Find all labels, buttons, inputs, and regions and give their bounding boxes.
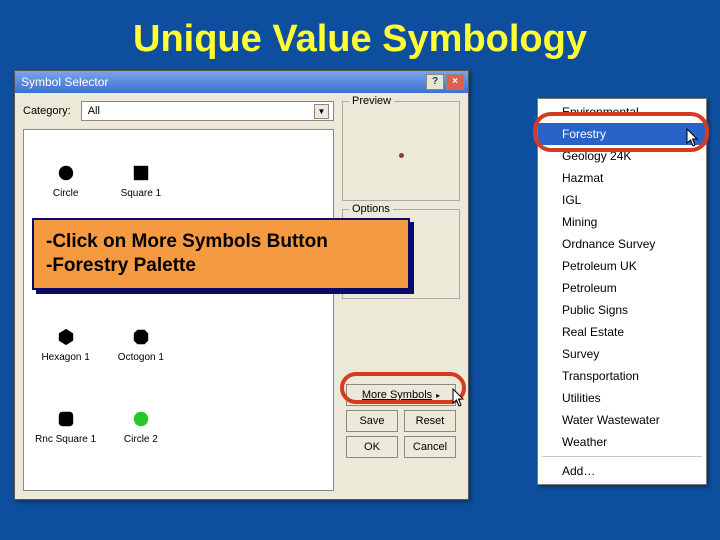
palette-item-label: Hazmat [562, 171, 603, 185]
palette-menu[interactable]: Environmental Forestry Geology 24K Hazmat IG… [537, 98, 707, 485]
category-value: All [88, 105, 100, 117]
square-icon [132, 164, 150, 182]
palette-item[interactable]: Hazmat [538, 167, 706, 189]
palette-item[interactable]: Public Signs [538, 299, 706, 321]
options-legend: Options [349, 203, 393, 215]
cancel-button[interactable]: Cancel [404, 436, 456, 458]
symbol-label: Square 1 [121, 188, 162, 199]
symbol-label: Rnc Square 1 [35, 434, 96, 445]
circle-icon [132, 410, 150, 428]
menu-separator [542, 456, 702, 457]
titlebar: Symbol Selector ? × [15, 71, 468, 93]
reset-button[interactable]: Reset [404, 410, 456, 432]
symbol-grid[interactable]: Circle Square 1 Hexagon 1 Octogon 1 Rnc Squa… [23, 129, 334, 491]
palette-item-label: IGL [562, 193, 581, 207]
palette-item[interactable]: Forestry [538, 123, 706, 145]
palette-item[interactable]: Real Estate [538, 321, 706, 343]
palette-item[interactable]: Weather [538, 431, 706, 453]
preview-box [349, 120, 453, 190]
palette-item-label: Ordnance Survey [562, 237, 655, 251]
category-select[interactable]: All ▼ [81, 101, 334, 121]
symbol-cell[interactable] [181, 306, 252, 384]
symbol-label: Circle 2 [124, 434, 158, 445]
callout-line1: -Click on More Symbols Button [46, 230, 396, 254]
palette-item[interactable]: Petroleum UK [538, 255, 706, 277]
blank-icon [207, 169, 225, 187]
preview-symbol-icon [399, 153, 404, 158]
close-button[interactable]: × [446, 74, 464, 90]
preview-fieldset: Preview [342, 101, 460, 201]
symbol-cell[interactable]: Circle [30, 142, 101, 220]
palette-item-label: Utilities [562, 391, 601, 405]
symbol-label: Octogon 1 [118, 352, 164, 363]
symbol-cell[interactable] [256, 142, 327, 220]
palette-add-item[interactable]: Add… [538, 460, 706, 482]
palette-item[interactable]: Environmental [538, 101, 706, 123]
rsquare-icon [57, 410, 75, 428]
palette-item-label: Mining [562, 215, 597, 229]
callout-line2: -Forestry Palette [46, 254, 396, 278]
chevron-right-icon: ▸ [436, 391, 440, 400]
palette-item-label: Forestry [562, 127, 606, 141]
symbol-cell[interactable]: Hexagon 1 [30, 306, 101, 384]
symbol-label: Circle [53, 188, 79, 199]
palette-item[interactable]: Water Wastewater [538, 409, 706, 431]
symbol-cell[interactable]: Rnc Square 1 [30, 388, 101, 466]
hexagon-icon [57, 328, 75, 346]
blank-icon [207, 333, 225, 351]
more-symbols-button[interactable]: More Symbols ▸ [346, 384, 456, 406]
preview-legend: Preview [349, 95, 394, 107]
symbol-cell[interactable] [256, 306, 327, 384]
symbol-cell[interactable] [181, 142, 252, 220]
chevron-down-icon[interactable]: ▼ [314, 104, 329, 119]
symbol-label: Hexagon 1 [41, 352, 89, 363]
palette-item[interactable]: Geology 24K [538, 145, 706, 167]
help-button[interactable]: ? [426, 74, 444, 90]
palette-item-label: Geology 24K [562, 149, 631, 163]
circle-icon [57, 164, 75, 182]
blank-icon [282, 333, 300, 351]
slide-title: Unique Value Symbology [0, 0, 720, 69]
blank-icon [282, 169, 300, 187]
symbol-cell[interactable]: Octogon 1 [105, 306, 176, 384]
palette-add-label: Add… [562, 464, 595, 478]
palette-item[interactable]: Utilities [538, 387, 706, 409]
palette-item-label: Transportation [562, 369, 639, 383]
category-label: Category: [23, 105, 71, 117]
palette-item[interactable]: Mining [538, 211, 706, 233]
ok-button[interactable]: OK [346, 436, 398, 458]
save-button[interactable]: Save [346, 410, 398, 432]
more-symbols-label: More Symbols [362, 389, 432, 401]
palette-item[interactable]: Petroleum [538, 277, 706, 299]
palette-item[interactable]: Transportation [538, 365, 706, 387]
palette-item[interactable]: Survey [538, 343, 706, 365]
palette-item-label: Water Wastewater [562, 413, 660, 427]
palette-item-label: Weather [562, 435, 607, 449]
palette-item-label: Petroleum [562, 281, 617, 295]
palette-item-label: Real Estate [562, 325, 624, 339]
symbol-cell[interactable]: Square 1 [105, 142, 176, 220]
symbol-cell[interactable]: Circle 2 [105, 388, 176, 466]
palette-item-label: Survey [562, 347, 599, 361]
palette-item-label: Public Signs [562, 303, 628, 317]
palette-item[interactable]: Ordnance Survey [538, 233, 706, 255]
palette-item-label: Petroleum UK [562, 259, 637, 273]
instruction-callout: -Click on More Symbols Button -Forestry … [32, 218, 410, 290]
octagon-icon [132, 328, 150, 346]
dialog-title: Symbol Selector [21, 71, 108, 93]
palette-item[interactable]: IGL [538, 189, 706, 211]
palette-item-label: Environmental [562, 105, 639, 119]
